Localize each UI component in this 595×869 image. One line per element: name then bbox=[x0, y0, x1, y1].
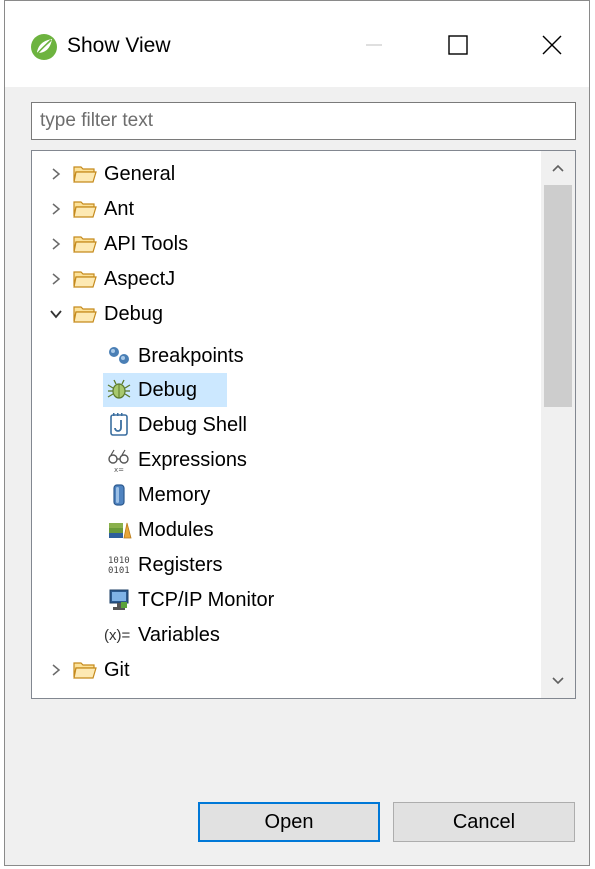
tree-item-label: Modules bbox=[138, 519, 214, 541]
modules-icon bbox=[109, 522, 132, 539]
tree-item-debug-shell[interactable]: Debug Shell bbox=[106, 408, 247, 442]
tree-item-variables[interactable]: (x)= Variables bbox=[104, 618, 220, 652]
cancel-button[interactable]: Cancel bbox=[393, 802, 575, 842]
minimize-button[interactable] bbox=[349, 23, 399, 67]
tree-item-modules[interactable]: Modules bbox=[106, 513, 214, 547]
tree-item-label: TCP/IP Monitor bbox=[138, 589, 275, 611]
tree-item-breakpoints[interactable]: Breakpoints bbox=[106, 339, 244, 373]
folder-icon bbox=[73, 662, 97, 679]
tree-category-api-tools[interactable]: API Tools bbox=[46, 227, 188, 261]
debug-shell-icon bbox=[110, 413, 128, 436]
tree-item-label: Debug bbox=[104, 303, 163, 325]
chevron-right-icon[interactable] bbox=[46, 269, 66, 289]
folder-icon bbox=[73, 271, 97, 288]
tree-category-ant[interactable]: Ant bbox=[46, 192, 134, 226]
minimize-icon bbox=[366, 44, 382, 46]
tree-item-registers[interactable]: 1010 0101 Registers bbox=[106, 548, 222, 582]
chevron-up-icon bbox=[552, 164, 564, 172]
view-tree[interactable]: General Ant API Tools AspectJ Debug Brea… bbox=[31, 150, 576, 699]
chevron-down-icon bbox=[552, 677, 564, 685]
tree-category-general[interactable]: General bbox=[46, 157, 175, 191]
chevron-right-icon[interactable] bbox=[46, 164, 66, 184]
svg-text:x=: x= bbox=[114, 466, 124, 473]
window-title: Show View bbox=[67, 34, 171, 57]
tree-item-label: General bbox=[104, 163, 176, 185]
chevron-right-icon[interactable] bbox=[46, 199, 66, 219]
folder-open-icon bbox=[73, 306, 97, 323]
memory-icon bbox=[113, 484, 125, 506]
tree-item-label: Expressions bbox=[138, 449, 247, 471]
filter-input[interactable] bbox=[32, 103, 575, 139]
spring-app-icon bbox=[31, 34, 57, 60]
scrollbar-thumb[interactable] bbox=[544, 185, 572, 407]
folder-icon bbox=[73, 236, 97, 253]
tree-category-aspectj[interactable]: AspectJ bbox=[46, 262, 175, 296]
folder-icon bbox=[73, 166, 97, 183]
tree-item-label: AspectJ bbox=[104, 268, 176, 290]
tree-category-debug[interactable]: Debug bbox=[46, 297, 163, 331]
chevron-down-icon[interactable] bbox=[46, 304, 66, 324]
chevron-right-icon[interactable] bbox=[46, 660, 66, 680]
breakpoints-icon bbox=[109, 347, 129, 364]
registers-icon-line1: 1010 bbox=[108, 556, 130, 566]
tree-category-git[interactable]: Git bbox=[46, 653, 130, 687]
tree-item-label: Ant bbox=[104, 198, 135, 220]
maximize-button[interactable] bbox=[433, 23, 483, 67]
tree-item-expressions[interactable]: x= Expressions bbox=[106, 443, 247, 477]
vertical-scrollbar[interactable] bbox=[541, 151, 575, 698]
scroll-up-button[interactable] bbox=[541, 151, 575, 185]
filter-field[interactable] bbox=[31, 102, 576, 140]
expressions-icon: x= bbox=[108, 449, 129, 473]
folder-icon bbox=[73, 201, 97, 218]
tree-item-label: Debug bbox=[138, 379, 197, 401]
tree-item-tcpip-monitor[interactable]: TCP/IP Monitor bbox=[106, 583, 274, 617]
open-button[interactable]: Open bbox=[198, 802, 380, 842]
registers-icon: 1010 0101 bbox=[108, 556, 130, 576]
tree-item-label: API Tools bbox=[104, 233, 189, 255]
tree-item-label: Debug Shell bbox=[138, 414, 247, 436]
title-bar[interactable]: Show View bbox=[5, 1, 589, 87]
scroll-down-button[interactable] bbox=[541, 664, 575, 698]
tree-item-label: Breakpoints bbox=[138, 345, 244, 367]
tree-item-label: Registers bbox=[138, 554, 223, 576]
registers-icon-line2: 0101 bbox=[108, 566, 130, 576]
debug-bug-icon bbox=[107, 379, 131, 399]
tree-item-label: Git bbox=[104, 659, 130, 681]
chevron-right-icon[interactable] bbox=[46, 234, 66, 254]
close-icon bbox=[542, 35, 562, 55]
tree-item-memory[interactable]: Memory bbox=[106, 478, 210, 512]
tree-item-debug[interactable]: Debug bbox=[106, 373, 197, 407]
maximize-icon bbox=[448, 35, 468, 55]
tree-item-label: Memory bbox=[138, 484, 211, 506]
variables-icon: (x)= bbox=[104, 626, 131, 644]
close-button[interactable] bbox=[527, 23, 577, 67]
tcpip-monitor-icon bbox=[109, 589, 129, 610]
show-view-dialog: Show View General Ant bbox=[4, 0, 590, 866]
tree-item-label: Variables bbox=[138, 624, 220, 646]
